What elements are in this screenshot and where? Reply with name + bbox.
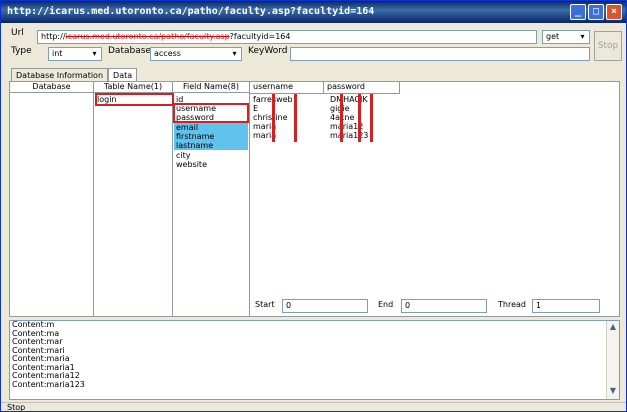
database-column-header: Database (10, 82, 93, 93)
start-label: Start (255, 300, 275, 309)
url-suffix: ?facultyid=164 (229, 32, 291, 41)
type-value: int (52, 49, 63, 58)
thread-label: Thread (498, 300, 526, 309)
url-input[interactable]: http://icarus.med.utoronto.ca/patho/facu… (37, 30, 537, 44)
database-column: Database (10, 82, 94, 316)
log-line: Content:m (12, 320, 55, 329)
redaction-bar (294, 94, 297, 142)
tab-bar: Database Information Data (11, 68, 138, 82)
tab-data[interactable]: Data (108, 68, 138, 82)
type-label: Type (11, 46, 32, 56)
database-select[interactable]: access ▾ (150, 47, 242, 61)
scroll-down-icon[interactable]: ▼ (607, 386, 619, 398)
redaction-bar (370, 94, 373, 142)
redaction-bar (340, 94, 343, 142)
data-header-username: username (250, 82, 324, 93)
log-line: Content:mar (12, 337, 63, 346)
url-redacted: icarus.med.utoronto.ca/patho/faculty.asp (65, 32, 230, 41)
end-input[interactable]: 0 (401, 299, 487, 313)
stop-button[interactable]: Stop (594, 31, 622, 61)
log-line: Content:maria123 (12, 379, 85, 389)
table-column: Table Name(1) login (94, 82, 173, 316)
maximize-icon[interactable]: □ (588, 4, 604, 20)
title-bar: http://icarus.med.utoronto.ca/patho/facu… (1, 1, 626, 23)
database-value: access (154, 49, 181, 58)
log-output[interactable]: Content:m Content:ma Content:mar Content… (9, 320, 620, 400)
window-controls: _ □ × (570, 4, 622, 20)
keyword-label: KeyWord (248, 46, 288, 56)
annotation-box-login (95, 93, 174, 106)
status-bar: Stop (1, 402, 626, 412)
data-cell-password[interactable]: maria123 (330, 131, 368, 140)
window-title: http://icarus.med.utoronto.ca/patho/facu… (7, 6, 375, 17)
type-select[interactable]: int ▾ (48, 47, 102, 61)
start-input[interactable]: 0 (282, 299, 368, 313)
keyword-input[interactable] (290, 47, 590, 61)
field-item-website[interactable]: website (176, 160, 207, 169)
log-scrollbar[interactable]: ▲ ▼ (606, 321, 619, 399)
data-grid: username password farresweb DMHACJK E gi… (250, 82, 621, 292)
table-column-header: Table Name(1) (94, 82, 172, 93)
redaction-bar (358, 94, 361, 142)
field-item-city[interactable]: city (176, 151, 191, 160)
field-column-header: Field Name(8) (173, 82, 249, 93)
database-label: Database (108, 46, 151, 56)
tab-database-information[interactable]: Database Information (11, 68, 109, 82)
method-select[interactable]: get ▾ (542, 30, 590, 44)
chevron-down-icon[interactable]: ▾ (228, 48, 241, 60)
method-value: get (546, 32, 560, 41)
field-item-email[interactable]: email (174, 123, 248, 132)
log-line: Content:maria (12, 354, 70, 363)
chevron-down-icon[interactable]: ▾ (576, 31, 589, 43)
data-cell-password[interactable]: DMHACJK (330, 95, 368, 104)
field-item-firstname[interactable]: firstname (174, 132, 248, 141)
data-header-password: password (324, 82, 400, 93)
log-line: Content:ma (12, 328, 60, 338)
status-text: Stop (7, 403, 26, 412)
thread-input[interactable]: 1 (532, 299, 600, 313)
scroll-up-icon[interactable]: ▲ (607, 322, 619, 334)
log-line: Content:maria12 (12, 371, 80, 380)
log-line: Content:maria1 (12, 362, 75, 372)
data-cell-username[interactable]: christine (253, 113, 288, 122)
end-label: End (378, 300, 394, 309)
app-window: http://icarus.med.utoronto.ca/patho/facu… (0, 0, 627, 412)
annotation-box-credentials (173, 103, 249, 123)
url-label: Url (11, 28, 24, 38)
log-line: Content:mari (12, 345, 65, 355)
close-icon[interactable]: × (606, 4, 622, 20)
minimize-icon[interactable]: _ (570, 4, 586, 20)
url-prefix: http:// (41, 32, 66, 41)
main-panel: Database Table Name(1) login Field Name(… (9, 81, 620, 317)
redaction-bar (272, 94, 275, 142)
data-cell-username[interactable]: E (253, 104, 258, 113)
chevron-down-icon[interactable]: ▾ (88, 48, 101, 60)
field-item-lastname[interactable]: lastname (174, 141, 248, 150)
